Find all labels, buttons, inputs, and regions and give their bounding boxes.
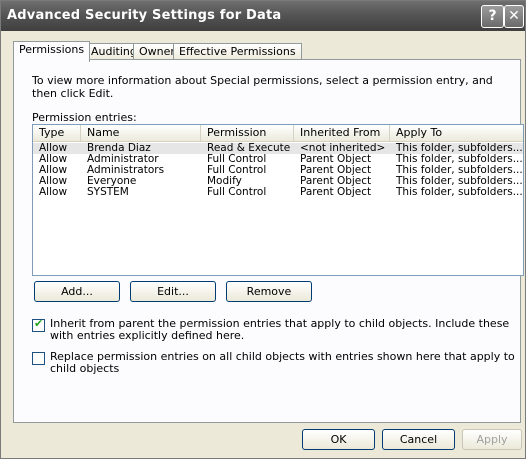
table-row[interactable]: Allow Administrators Full Control Parent… — [33, 165, 523, 176]
table-row[interactable]: Allow Administrator Full Control Parent … — [33, 154, 523, 165]
permissions-panel: To view more information about Special p… — [13, 59, 524, 423]
cell-type: Allow — [39, 187, 68, 198]
ok-button[interactable]: OK — [302, 429, 375, 450]
cell-permission: Full Control — [207, 165, 267, 176]
security-settings-window: Advanced Security Settings for Data ? ✕ … — [0, 0, 526, 459]
edit-button[interactable]: Edit... — [130, 281, 216, 302]
window-title: Advanced Security Settings for Data — [7, 8, 282, 23]
cell-permission: Read & Execute — [207, 143, 291, 154]
cell-type: Allow — [39, 176, 68, 187]
cell-permission: Full Control — [207, 154, 267, 165]
cell-type: Allow — [39, 154, 68, 165]
permission-entries-label: Permission entries: — [32, 111, 137, 124]
tab-permissions[interactable]: Permissions — [13, 41, 91, 62]
checkmark-icon: ✔ — [34, 317, 44, 330]
cell-permission: Modify — [207, 176, 242, 187]
cell-inherited-from: Parent Object — [300, 154, 372, 165]
add-button[interactable]: Add... — [34, 281, 120, 302]
column-header-inherited-from[interactable]: Inherited From — [294, 125, 390, 141]
column-header-apply-to[interactable]: Apply To — [390, 125, 523, 141]
info-text: To view more information about Special p… — [32, 74, 493, 100]
cell-name: Administrators — [87, 165, 165, 176]
cell-name: Administrator — [87, 154, 159, 165]
cell-type: Allow — [39, 165, 68, 176]
table-row[interactable]: Allow SYSTEM Full Control Parent Object … — [33, 187, 523, 198]
close-button[interactable]: ✕ — [504, 5, 524, 28]
list-header: Type Name Permission Inherited From Appl… — [33, 125, 523, 142]
cell-inherited-from: Parent Object — [300, 187, 372, 198]
inherit-checkbox-label: Inherit from parent the permission entri… — [50, 317, 510, 342]
cancel-button[interactable]: Cancel — [382, 429, 455, 450]
cell-permission: Full Control — [207, 187, 267, 198]
cell-type: Allow — [39, 143, 68, 154]
cell-name: Everyone — [87, 176, 137, 187]
cell-apply-to: This folder, subfolders... — [396, 165, 523, 176]
replace-checkbox[interactable] — [32, 352, 45, 365]
cell-name: SYSTEM — [87, 187, 129, 198]
column-header-name[interactable]: Name — [81, 125, 201, 141]
column-header-type[interactable]: Type — [33, 125, 81, 141]
table-row[interactable]: Allow Brenda Diaz Read & Execute <not in… — [33, 143, 523, 154]
cell-apply-to: This folder, subfolders... — [396, 176, 523, 187]
cell-name: Brenda Diaz — [87, 143, 151, 154]
cell-inherited-from: Parent Object — [300, 165, 372, 176]
title-bar[interactable]: Advanced Security Settings for Data ? ✕ — [1, 1, 525, 31]
cell-inherited-from: <not inherited> — [300, 143, 386, 154]
remove-button[interactable]: Remove — [226, 281, 312, 302]
cell-apply-to: This folder, subfolders... — [396, 154, 523, 165]
column-header-permission[interactable]: Permission — [201, 125, 294, 141]
table-row[interactable]: Allow Everyone Modify Parent Object This… — [33, 176, 523, 187]
inherit-checkbox[interactable]: ✔ — [32, 317, 45, 332]
apply-button[interactable]: Apply — [462, 429, 522, 450]
replace-checkbox-label: Replace permission entries on all child … — [50, 350, 515, 375]
cell-inherited-from: Parent Object — [300, 176, 372, 187]
cell-apply-to: This folder, subfolders... — [396, 187, 523, 198]
help-button[interactable]: ? — [481, 5, 504, 28]
cell-apply-to: This folder, subfolders... — [396, 143, 523, 154]
permission-entries-list[interactable]: Type Name Permission Inherited From Appl… — [32, 124, 524, 276]
